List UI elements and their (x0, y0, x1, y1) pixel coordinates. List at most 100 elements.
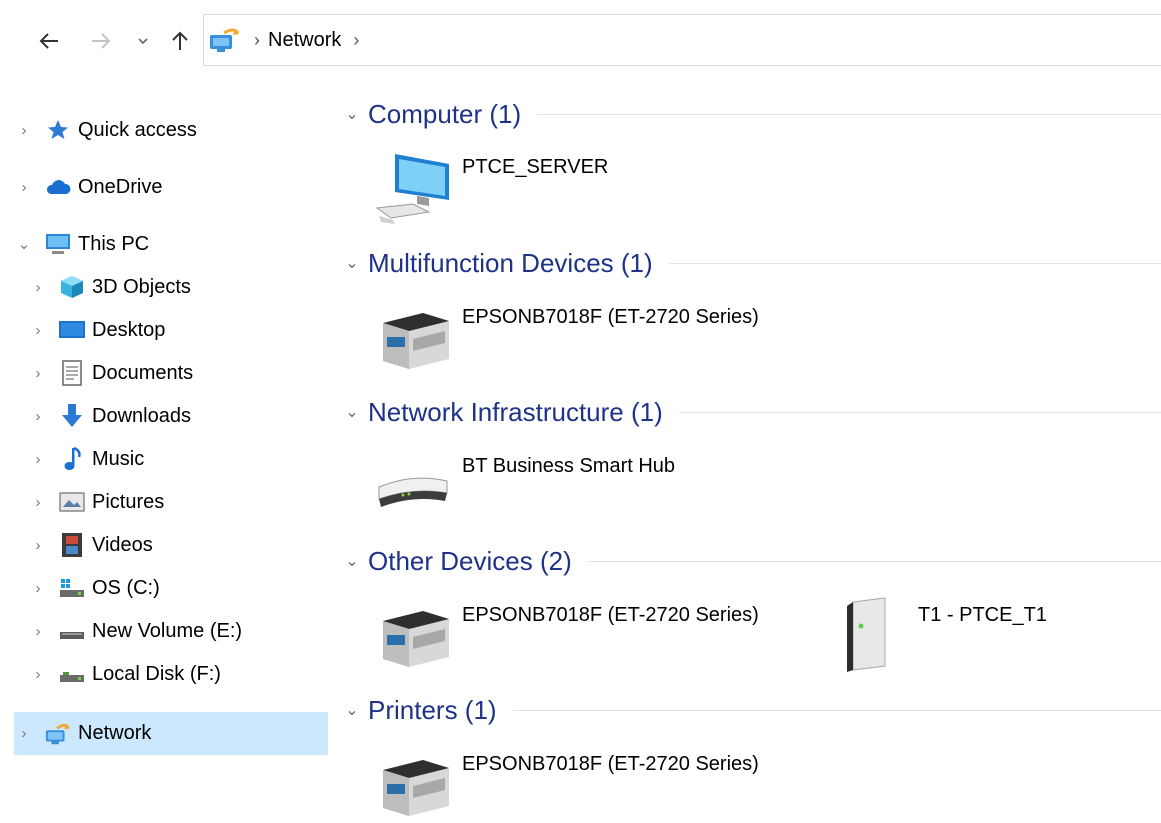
sidebar-item-os-c[interactable]: › OS (C:) (14, 568, 328, 608)
chevron-down-icon (138, 38, 148, 45)
back-arrow-icon (39, 33, 58, 49)
device-name: BT Business Smart Hub (462, 455, 676, 477)
windows-drive-icon (58, 574, 86, 602)
sidebar-item-documents[interactable]: › Documents (14, 353, 328, 393)
sidebar-item-label: Music (92, 447, 145, 470)
sidebar-item-desktop[interactable]: › Desktop (14, 310, 328, 350)
video-icon (58, 531, 86, 559)
chevron-right-icon[interactable]: › (14, 179, 34, 196)
back-button[interactable] (34, 24, 64, 58)
sidebar-item-quick-access[interactable]: › Quick access (14, 110, 328, 150)
sidebar-item-videos[interactable]: › Videos (14, 525, 328, 565)
document-icon (58, 359, 86, 387)
chevron-down-icon[interactable]: ⌄ (340, 253, 364, 273)
sidebar-item-music[interactable]: › Music (14, 439, 328, 479)
cloud-icon (44, 173, 72, 201)
sidebar-item-3d-objects[interactable]: › 3D Objects (14, 267, 328, 307)
device-tile[interactable]: BT Business Smart Hub (368, 449, 675, 525)
group-title: Printers (1) (368, 694, 497, 725)
chevron-down-icon[interactable]: ⌄ (340, 104, 364, 124)
breadcrumb-network[interactable]: Network (268, 29, 341, 52)
music-note-icon (58, 445, 86, 473)
server-tower-icon (824, 597, 914, 674)
drive-icon (58, 617, 86, 645)
sidebar-item-label: Quick access (78, 118, 197, 141)
forward-button[interactable] (86, 24, 116, 58)
chevron-down-icon[interactable]: ⌄ (340, 402, 364, 422)
device-tile[interactable]: EPSONB7018F (ET-2720 Series) (368, 747, 759, 823)
sidebar-item-label: OneDrive (78, 175, 163, 198)
chevron-down-icon[interactable]: ⌄ (340, 551, 364, 571)
chevron-down-icon[interactable]: ⌄ (14, 235, 34, 253)
chevron-right-icon[interactable]: › (28, 451, 48, 468)
device-name: EPSONB7018F (ET-2720 Series) (462, 604, 759, 626)
sidebar-item-new-volume-e[interactable]: › New Volume (E:) (14, 611, 328, 651)
group-title: Computer (1) (368, 98, 522, 129)
breadcrumb-separator[interactable]: › (353, 30, 359, 51)
group-title: Other Devices (2) (368, 545, 572, 576)
chevron-right-icon[interactable]: › (28, 666, 48, 683)
sidebar-item-network[interactable]: › Network (14, 712, 328, 755)
group-header-computer[interactable]: ⌄ Computer (1) (340, 94, 1161, 134)
sidebar-item-onedrive[interactable]: › OneDrive (14, 167, 328, 207)
chevron-right-icon[interactable]: › (28, 322, 48, 339)
breadcrumb-separator[interactable]: › (254, 30, 260, 51)
up-button[interactable] (166, 24, 194, 58)
star-icon (44, 116, 72, 144)
device-name: EPSONB7018F (ET-2720 Series) (462, 753, 759, 775)
sidebar-item-local-disk-f[interactable]: › Local Disk (F:) (14, 654, 328, 694)
group-header-multifunction-devices[interactable]: ⌄ Multifunction Devices (1) (340, 243, 1161, 283)
chevron-right-icon[interactable]: › (28, 408, 48, 425)
group-header-network-infrastructure[interactable]: ⌄ Network Infrastructure (1) (340, 392, 1161, 432)
group-header-printers[interactable]: ⌄ Printers (1) (340, 690, 1161, 730)
device-tile[interactable]: PTCE_SERVER (368, 150, 608, 226)
printer-icon (368, 747, 458, 823)
chevron-right-icon[interactable]: › (28, 494, 48, 511)
cube-icon (58, 273, 86, 301)
printer-icon (368, 300, 458, 376)
device-name: T1 - PTCE_T1 (918, 604, 1047, 626)
device-tile[interactable]: EPSONB7018F (ET-2720 Series) (368, 300, 759, 376)
sidebar-item-downloads[interactable]: › Downloads (14, 396, 328, 436)
sidebar-item-label: Videos (92, 533, 153, 556)
chevron-right-icon[interactable]: › (28, 279, 48, 296)
sidebar-item-label: Documents (92, 361, 194, 384)
group-divider (537, 113, 1161, 115)
drive-icon (58, 660, 86, 688)
chevron-right-icon[interactable]: › (28, 365, 48, 382)
sidebar-item-label: 3D Objects (92, 275, 191, 298)
chevron-right-icon[interactable]: › (14, 725, 34, 742)
chevron-right-icon[interactable]: › (28, 623, 48, 640)
computer-icon (44, 230, 72, 258)
device-name: PTCE_SERVER (462, 156, 609, 178)
navigation-pane: › Quick access › OneDrive ⌄ This PC › 3D… (0, 80, 330, 803)
sidebar-item-label: Desktop (92, 318, 166, 341)
group-divider (512, 709, 1161, 711)
group-header-other-devices[interactable]: ⌄ Other Devices (2) (340, 541, 1161, 581)
recent-locations-button[interactable] (132, 24, 154, 58)
group-divider (678, 411, 1161, 413)
chevron-down-icon[interactable]: ⌄ (340, 700, 364, 720)
network-icon (208, 25, 242, 55)
chevron-right-icon[interactable]: › (14, 122, 34, 139)
sidebar-item-label: Pictures (92, 490, 165, 513)
download-arrow-icon (58, 402, 86, 430)
navigation-bar: › Network › (0, 0, 1161, 80)
forward-arrow-icon (92, 33, 111, 49)
chevron-right-icon[interactable]: › (28, 537, 48, 554)
sidebar-item-pictures[interactable]: › Pictures (14, 482, 328, 522)
group-title: Multifunction Devices (1) (368, 247, 653, 278)
device-name: EPSONB7018F (ET-2720 Series) (462, 306, 759, 328)
device-tile[interactable]: EPSONB7018F (ET-2720 Series) (368, 598, 759, 674)
network-content-pane: ⌄ Computer (1) PTCE_SERVER ⌄ Multifuncti… (330, 80, 1161, 816)
device-tile[interactable]: T1 - PTCE_T1 (824, 597, 1047, 674)
sidebar-item-label: Network (78, 722, 152, 744)
sidebar-item-label: New Volume (E:) (92, 619, 243, 642)
router-icon (368, 449, 458, 525)
computer-icon (368, 150, 458, 226)
network-icon (44, 720, 72, 748)
sidebar-item-label: This PC (78, 232, 150, 255)
chevron-right-icon[interactable]: › (28, 580, 48, 597)
address-bar[interactable]: › Network › (203, 14, 1161, 66)
sidebar-item-this-pc[interactable]: ⌄ This PC (14, 224, 328, 264)
